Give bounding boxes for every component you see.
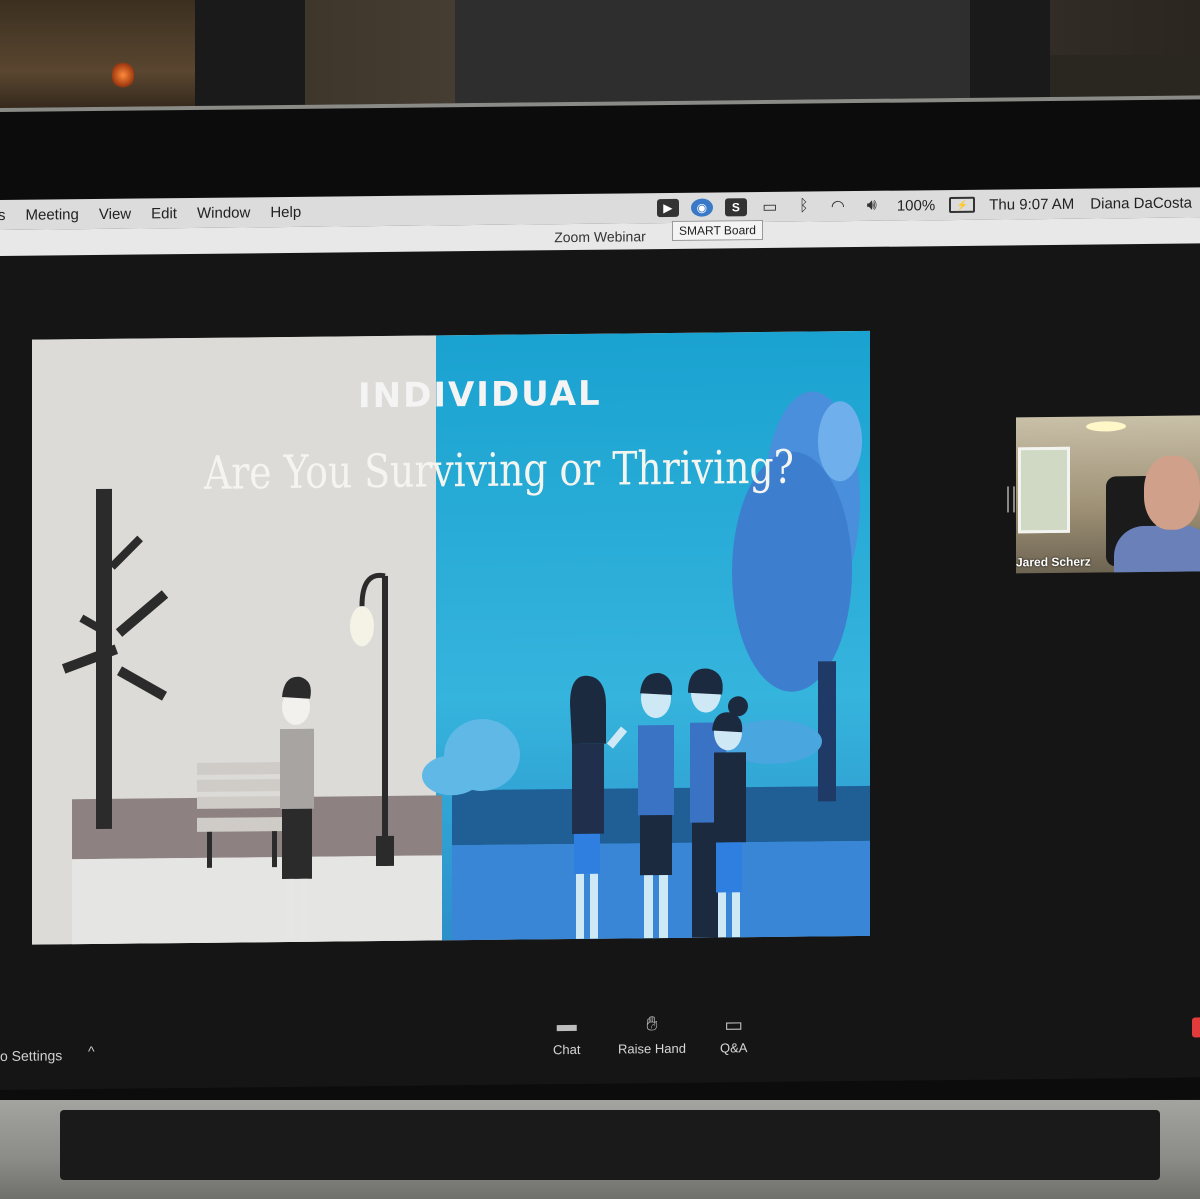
menu-item-help[interactable]: Help (260, 203, 311, 221)
hinge-vent (60, 1110, 1160, 1180)
menu-user[interactable]: Diana DaCosta (1090, 194, 1192, 212)
s-icon[interactable]: S (724, 198, 747, 217)
webinar-control-bar: o Settings ^ ▬ Chat ✋︎ Raise Hand ▭ Q&A (0, 1007, 1200, 1080)
bare-tree (61, 488, 169, 829)
smart-board-icon[interactable]: ◉ (690, 198, 713, 217)
bench (197, 761, 287, 868)
slide-illustration (61, 391, 862, 940)
chat-icon: ▬ (556, 1013, 577, 1037)
speaker-shirt (1114, 525, 1200, 574)
speaker-name: Jared Scherz (1016, 554, 1091, 570)
speaker-face (1144, 455, 1200, 531)
battery-percent: 100% (896, 196, 936, 215)
video-panel-handle[interactable] (1007, 486, 1015, 513)
menu-item-app[interactable]: s (0, 206, 16, 223)
raise-hand-button[interactable]: ✋︎ Raise Hand (618, 1013, 686, 1057)
battery-icon[interactable]: ⚡ (949, 196, 976, 214)
raise-hand-icon: ✋︎ (646, 1013, 658, 1036)
shared-slide: INDIVIDUAL Are You Surviving or Thriving… (32, 330, 870, 945)
ceiling-light (1086, 421, 1126, 432)
menu-item-view[interactable]: View (89, 205, 141, 223)
slide-title: Are You Surviving or Thriving? (204, 439, 794, 500)
qa-icon: ▭ (724, 1014, 744, 1037)
menu-item-window[interactable]: Window (187, 204, 260, 222)
shelf (0, 0, 200, 120)
bluetooth-icon[interactable]: ᛒ (793, 197, 815, 215)
chat-label: Chat (553, 1041, 581, 1058)
lonely-person (280, 676, 314, 940)
qa-label: Q&A (720, 1040, 748, 1056)
menu-clock[interactable]: Thu 9:07 AM (989, 195, 1074, 213)
laptop-bezel: s Meeting View Edit Window Help ▶ ◉ S ▭ … (0, 95, 1200, 1112)
menu-item-edit[interactable]: Edit (141, 205, 187, 222)
qa-button[interactable]: ▭ Q&A (720, 1012, 747, 1055)
monitor-stand (195, 0, 305, 120)
zoom-icon[interactable]: ▶ (656, 198, 679, 218)
laptop-screen: s Meeting View Edit Window Help ▶ ◉ S ▭ … (0, 187, 1200, 1090)
smart-board-tooltip: SMART Board (672, 220, 763, 241)
settings-caret-icon[interactable]: ^ (88, 1043, 95, 1059)
leave-button-edge[interactable] (1192, 1017, 1200, 1038)
speaker-window-bg (1018, 446, 1070, 534)
street-lamp (350, 572, 394, 867)
audio-settings-button[interactable]: o Settings (0, 1047, 62, 1064)
lamp-glow (112, 60, 134, 90)
raise-hand-label: Raise Hand (618, 1040, 686, 1057)
airplay-icon[interactable]: ▭ (759, 198, 781, 216)
friends-group (570, 668, 748, 939)
slide-label: INDIVIDUAL (358, 373, 602, 417)
menu-item-meeting[interactable]: Meeting (16, 206, 89, 224)
speaker-video-thumbnail[interactable]: Jared Scherz (1016, 415, 1200, 574)
chat-button[interactable]: ▬ Chat (553, 1014, 580, 1057)
monitor-back (455, 0, 975, 110)
laptop-hinge (0, 1100, 1200, 1199)
volume-icon[interactable]: 🔊︎ (861, 197, 883, 215)
wifi-icon[interactable]: ◠ (827, 197, 849, 215)
